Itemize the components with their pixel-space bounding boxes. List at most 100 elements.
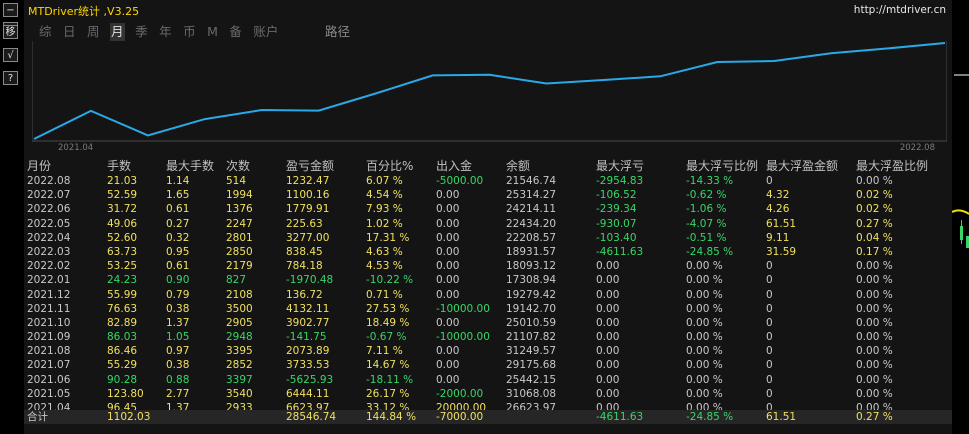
tab-day[interactable]: 日 [62,23,77,41]
cell-pct: 4.53 % [366,260,403,273]
tab-quarter[interactable]: 季 [134,23,149,41]
tab-week[interactable]: 周 [86,23,101,41]
cell-max-lots: 0.88 [166,373,190,386]
cell-pnl: 2073.89 [286,345,330,358]
cell-pnl: 4132.11 [286,302,330,315]
cell-balance: 29175.68 [506,359,557,372]
cell-balance: 17308.94 [506,274,557,287]
total-max-dd: -4611.63 [596,411,644,423]
cell-balance: 25314.27 [506,189,557,202]
cell-pnl: -5625.93 [286,373,334,386]
cell-count: 2850 [226,245,253,258]
cell-pnl: 1779.91 [286,203,330,216]
cell-pnl: -141.75 [286,331,327,344]
cell-max-fp: 0 [766,316,773,329]
tab-month[interactable]: 月 [110,23,125,41]
cell-max-fp-pct: 0.00 % [856,274,893,287]
move-button[interactable]: 移 [3,25,18,39]
cell-max-dd-pct: -14.33 % [686,175,734,187]
cell-max-lots: 0.61 [166,203,190,216]
cell-month: 2022.03 [27,245,71,258]
path-label[interactable]: 路径 [325,23,350,41]
cell-count: 2905 [226,316,253,329]
tab-summary[interactable]: 综 [38,23,53,41]
cell-max-lots: 0.61 [166,260,190,273]
cell-max-dd: -2954.83 [596,175,644,187]
cell-max-lots: 0.38 [166,302,190,315]
table-row: 2022.02 53.25 0.61 2179 784.18 4.53 % 0.00 1809… [24,259,952,273]
cell-balance: 25442.15 [506,373,557,386]
cell-flow: 0.00 [436,203,460,216]
help-button[interactable]: ? [3,71,18,85]
cell-max-dd: 0.00 [596,373,620,386]
tab-magic[interactable]: M [206,23,219,41]
header-count: 次数 [226,159,251,173]
header-pct: 百分比% [366,159,414,173]
cell-max-dd: -930.07 [596,217,637,230]
tab-notes[interactable]: 备 [228,23,243,41]
cell-lots: 123.80 [107,387,144,400]
header-max-dd: 最大浮亏 [596,159,645,173]
cell-lots: 90.28 [107,373,138,386]
header-flow: 出入金 [436,159,473,173]
cell-balance: 18931.57 [506,245,557,258]
cell-month: 2021.07 [27,359,71,372]
cell-max-fp-pct: 0.02 % [856,189,893,202]
cell-max-fp: 61.51 [766,217,797,230]
cell-max-fp: 0 [766,345,773,358]
site-link[interactable]: http://mtdriver.cn [854,4,946,16]
cell-max-fp: 0 [766,302,773,315]
cell-max-fp: 0 [766,274,773,287]
window-title: MTDriver统计 ,V3.25 [28,5,140,18]
cell-month: 2021.08 [27,345,71,358]
cell-max-dd-pct: 0.00 % [686,302,723,315]
cell-max-dd: 0.00 [596,302,620,315]
cell-lots: 55.99 [107,288,138,301]
tab-account[interactable]: 账户 [252,23,279,41]
cell-flow: 0.00 [436,316,460,329]
cell-balance: 19279.42 [506,288,557,301]
cell-max-dd: 0.00 [596,387,620,400]
cell-pct: 27.53 % [366,302,410,315]
cell-max-dd-pct: 0.00 % [686,331,723,344]
table-row: 2021.12 55.99 0.79 2108 136.72 0.71 % 0.00 1927… [24,288,952,302]
cell-lots: 24.23 [107,274,138,287]
cell-max-dd-pct: -24.85 % [686,245,734,258]
cell-max-dd: 0.00 [596,345,620,358]
stats-panel: MTDriver统计 ,V3.25 http://mtdriver.cn 综 日… [24,0,952,434]
cell-count: 3397 [226,373,253,386]
cell-max-fp: 0 [766,359,773,372]
cell-max-fp-pct: 0.04 % [856,231,893,244]
cell-lots: 82.89 [107,316,138,329]
cell-max-lots: 0.97 [166,345,190,358]
cell-max-fp: 9.11 [766,231,790,244]
cell-pnl: 136.72 [286,288,323,301]
cell-balance: 31068.08 [506,387,557,400]
table-body: 2022.08 21.03 1.14 514 1232.47 6.07 % -5000.00… [24,174,952,415]
cell-pnl: 1232.47 [286,175,330,187]
cell-balance: 22208.57 [506,231,557,244]
cell-max-fp-pct: 0.00 % [856,316,893,329]
cell-max-fp: 4.32 [766,189,790,202]
cell-pct: 14.67 % [366,359,410,372]
cell-max-fp-pct: 0.27 % [856,217,893,230]
cell-lots: 49.06 [107,217,138,230]
tab-currency[interactable]: 币 [182,23,197,41]
table-row: 2021.10 82.89 1.37 2905 3902.77 18.49 % 0.00 25… [24,316,952,330]
cell-max-fp-pct: 0.00 % [856,288,893,301]
total-lots: 1102.03 [107,411,151,423]
minimize-button[interactable]: − [3,3,18,17]
cell-max-fp-pct: 0.17 % [856,245,893,258]
cell-flow: 0.00 [436,345,460,358]
check-button[interactable]: √ [3,48,18,62]
cell-lots: 21.03 [107,175,138,187]
cell-max-dd-pct: -4.07 % [686,217,727,230]
total-pct: 144.84 % [366,411,417,423]
cell-month: 2022.07 [27,189,71,202]
cell-flow: -5000.00 [436,175,484,187]
cell-flow: -10000.00 [436,302,490,315]
tab-year[interactable]: 年 [158,23,173,41]
cell-max-dd: 0.00 [596,359,620,372]
cell-max-dd-pct: -0.62 % [686,189,727,202]
cell-lots: 52.59 [107,189,138,202]
